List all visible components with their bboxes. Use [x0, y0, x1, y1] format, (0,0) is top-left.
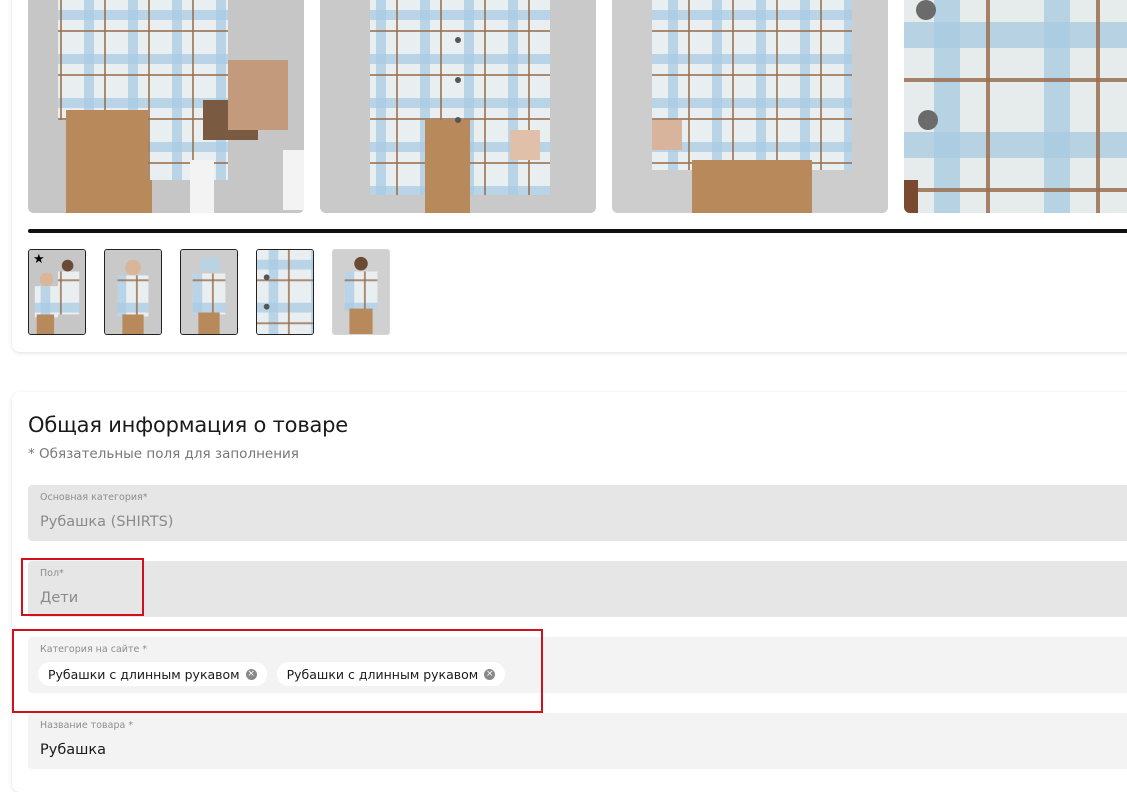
main-category-field: Основная категория* Рубашка (SHIRTS) — [28, 485, 1127, 541]
gender-label: Пол* — [40, 568, 64, 579]
category-chip-label: Рубашки с длинным рукавом — [286, 666, 479, 682]
category-chip-label: Рубашки с длинным рукавом — [48, 666, 240, 682]
thumbnail-back[interactable] — [180, 249, 238, 335]
section-title: Общая информация о товаре — [28, 413, 349, 437]
site-category-label: Категория на сайте * — [40, 644, 148, 655]
product-photo-two-kids[interactable] — [28, 0, 304, 213]
chip-remove-icon[interactable]: × — [245, 668, 257, 680]
thumbnail-two-kids[interactable]: ★ — [28, 249, 86, 335]
product-photo-front[interactable] — [320, 0, 596, 213]
category-chip[interactable]: Рубашки с длинным рукавом × — [276, 662, 506, 686]
category-chip[interactable]: Рубашки с длинным рукавом × — [38, 662, 267, 686]
product-name-label: Название товара * — [40, 720, 134, 731]
product-photo-detail[interactable] — [904, 0, 1127, 213]
gallery-scrollbar[interactable] — [28, 229, 1127, 233]
main-category-label: Основная категория* — [40, 492, 148, 503]
main-category-value: Рубашка (SHIRTS) — [40, 514, 174, 530]
site-category-field[interactable]: Категория на сайте * Рубашки с длинным р… — [28, 637, 1127, 693]
required-fields-note: * Обязательные поля для заполнения — [28, 446, 299, 462]
main-photo-star-icon: ★ — [33, 252, 45, 267]
product-name-value[interactable]: Рубашка — [40, 742, 106, 758]
gender-value: Дети — [40, 590, 79, 606]
thumbnail-front[interactable] — [104, 249, 162, 335]
thumbnail-detail[interactable] — [256, 249, 314, 335]
chip-remove-icon[interactable]: × — [484, 668, 496, 680]
product-photo-back[interactable] — [612, 0, 888, 213]
product-name-field[interactable]: Название товара * Рубашка — [28, 713, 1127, 769]
site-category-chips: Рубашки с длинным рукавом × Рубашки с дл… — [38, 662, 506, 686]
gender-field: Пол* Дети — [28, 561, 1127, 617]
thumbnail-full[interactable] — [332, 249, 390, 335]
